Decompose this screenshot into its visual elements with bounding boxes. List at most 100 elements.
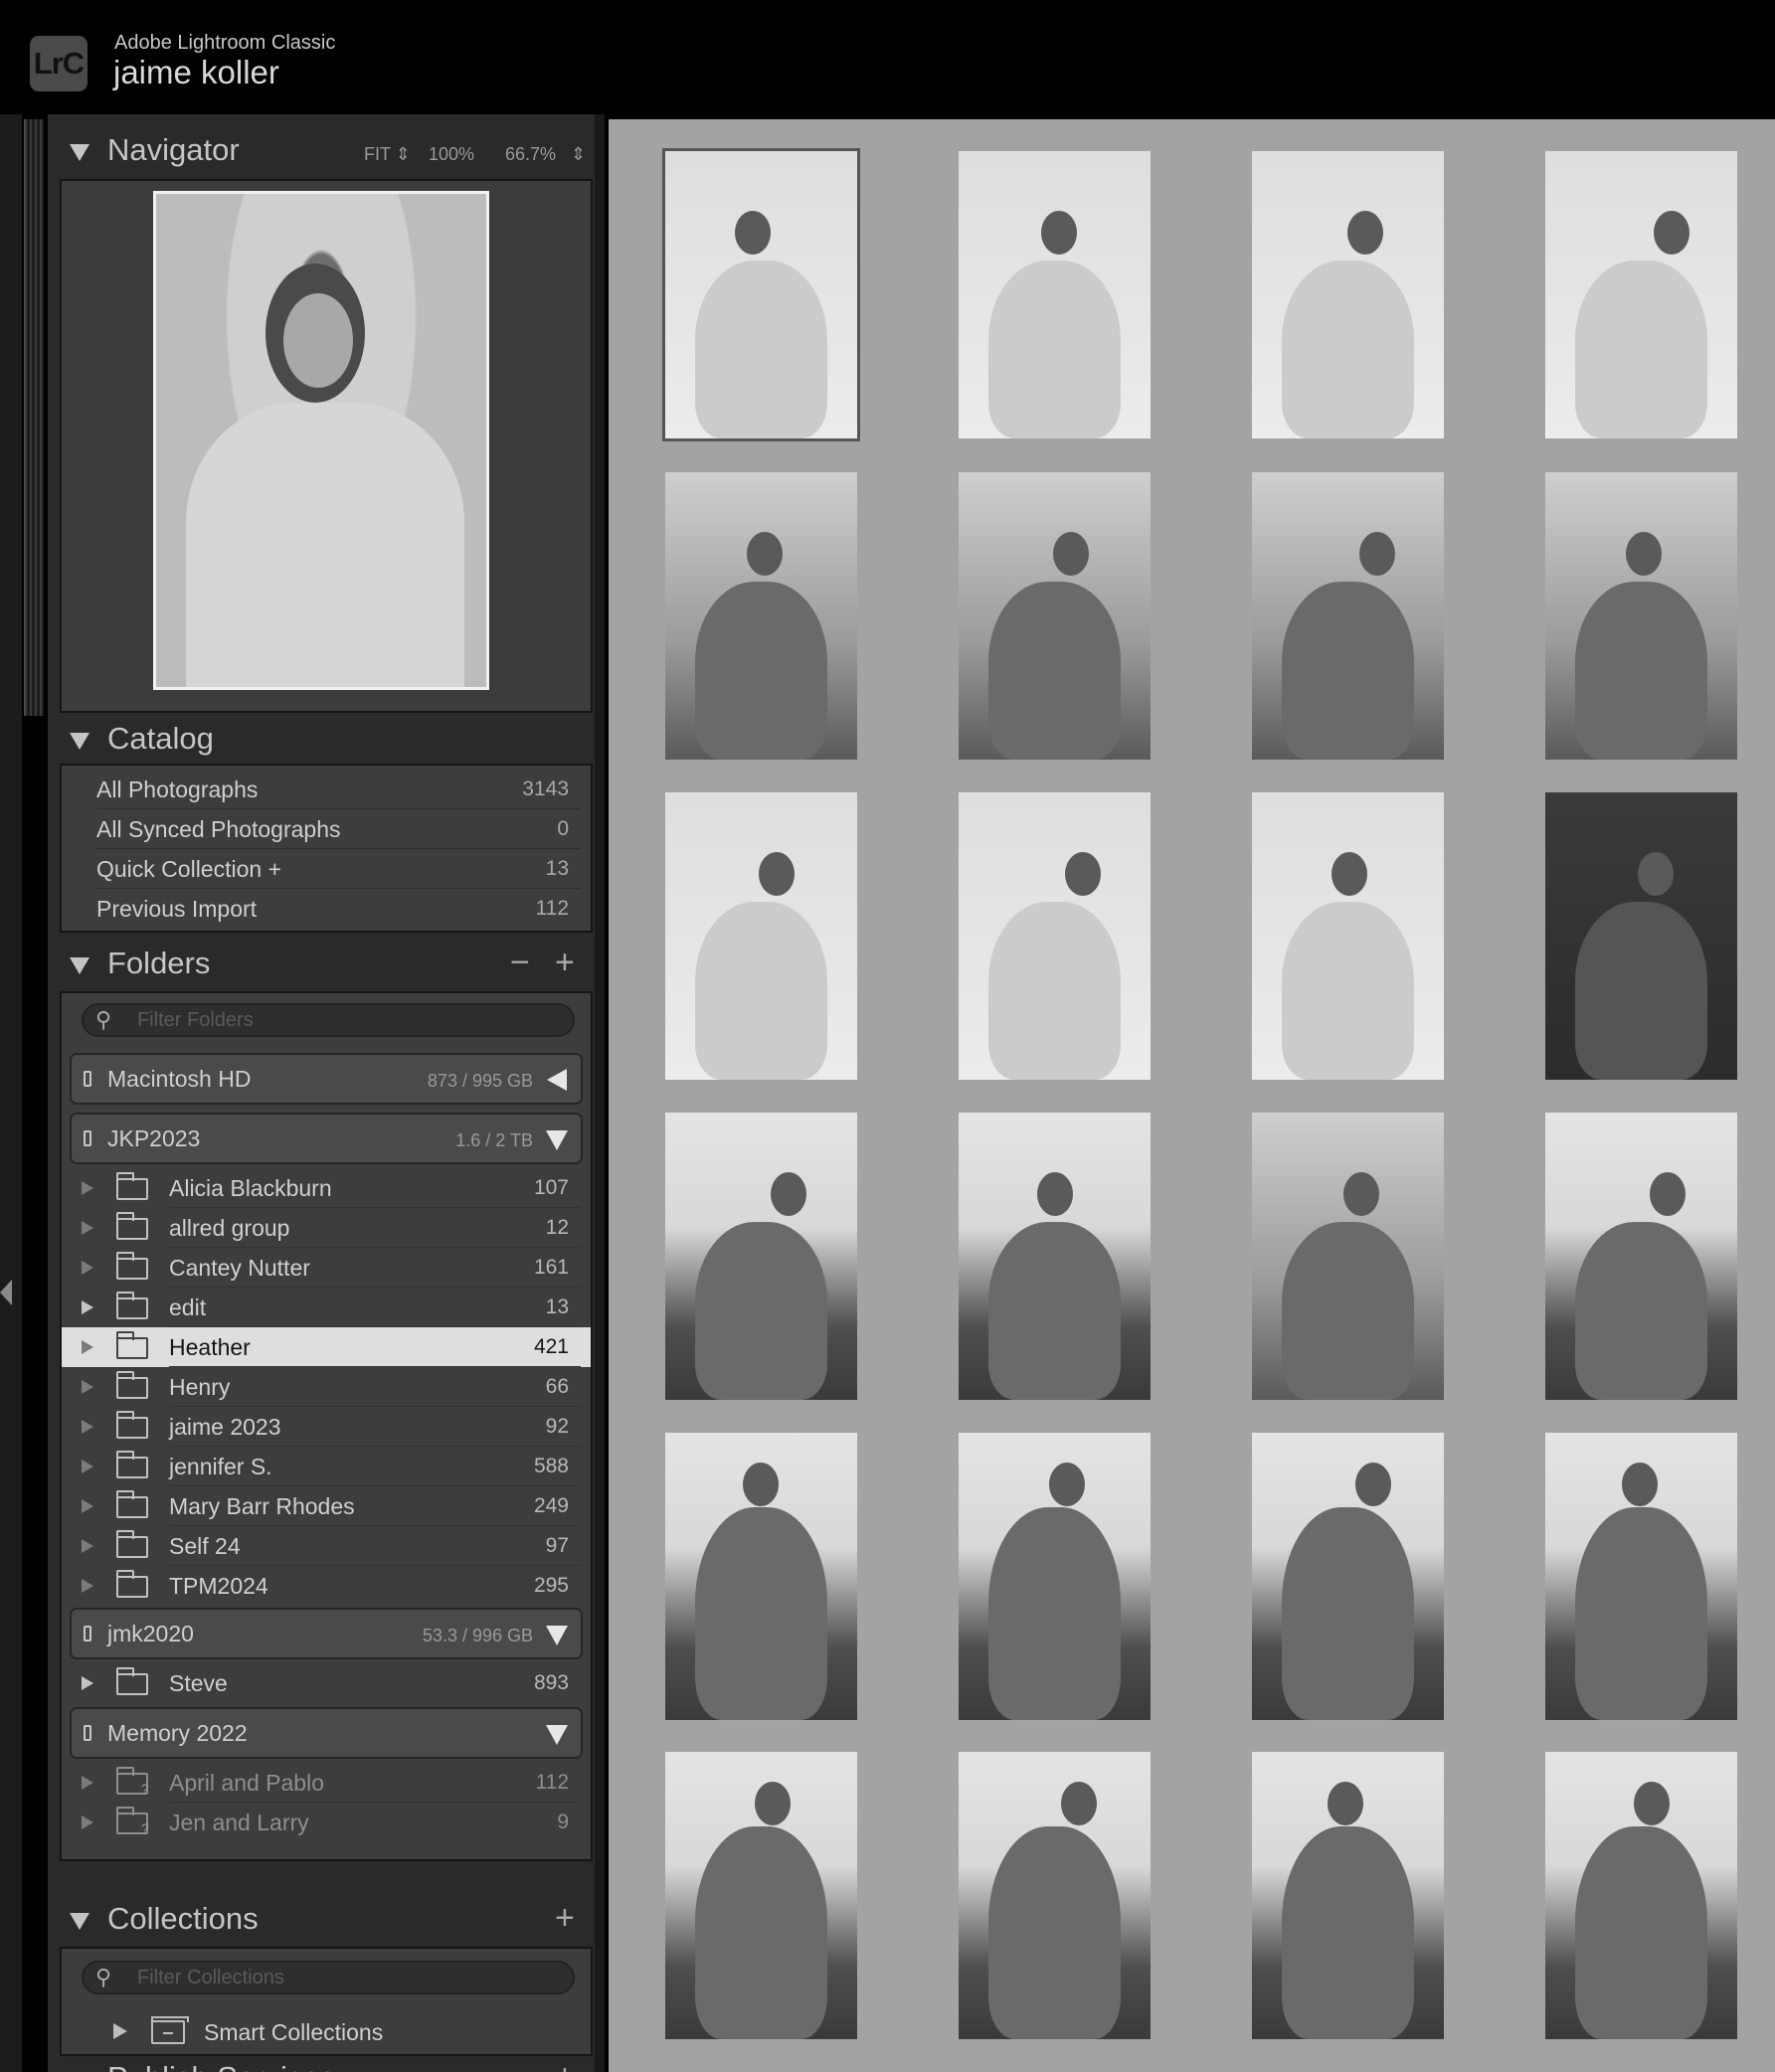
folder-item-heather[interactable]: Heather 421 bbox=[62, 1327, 591, 1367]
subject-body-shape bbox=[988, 1222, 1121, 1400]
photo-thumbnail[interactable] bbox=[1252, 1433, 1444, 1720]
photo-thumbnail[interactable] bbox=[665, 1433, 857, 1720]
photo-thumbnail[interactable] bbox=[1252, 472, 1444, 760]
add-publish-service-button[interactable]: + bbox=[555, 2058, 575, 2072]
disclosure-arrow-icon[interactable] bbox=[113, 2023, 127, 2039]
expanded-arrow-icon[interactable] bbox=[546, 1626, 568, 1645]
disclosure-arrow-icon[interactable] bbox=[82, 1340, 93, 1354]
catalog-item-previous-import[interactable]: Previous Import 112 bbox=[62, 889, 591, 929]
photo-thumbnail[interactable] bbox=[665, 472, 857, 760]
volume-jmk2020[interactable]: jmk2020 53.3 / 996 GB bbox=[70, 1608, 583, 1659]
disclosure-triangle-icon[interactable] bbox=[70, 144, 89, 161]
photo-thumbnail[interactable] bbox=[959, 1113, 1151, 1400]
folder-item-jaime-2023[interactable]: jaime 2023 92 bbox=[62, 1407, 591, 1447]
photo-thumbnail[interactable] bbox=[1545, 151, 1737, 438]
photo-thumbnail[interactable] bbox=[1252, 792, 1444, 1080]
disclosure-arrow-icon[interactable] bbox=[82, 1300, 93, 1314]
photo-thumbnail[interactable] bbox=[665, 1752, 857, 2039]
folder-item-jen-and-larry[interactable]: ? Jen and Larry 9 bbox=[62, 1803, 591, 1842]
disclosure-arrow-icon[interactable] bbox=[82, 1460, 93, 1473]
panel-resize-grip[interactable] bbox=[24, 119, 44, 716]
disclosure-arrow-icon[interactable] bbox=[82, 1221, 93, 1235]
disclosure-triangle-icon[interactable] bbox=[70, 1913, 89, 1930]
photo-thumbnail[interactable] bbox=[959, 1433, 1151, 1720]
navigator-header[interactable]: Navigator FIT ⇕ 100% 66.7% ⇕ bbox=[48, 122, 595, 176]
photo-thumbnail[interactable] bbox=[1545, 1752, 1737, 2039]
folder-icon bbox=[116, 1252, 148, 1280]
add-folder-button[interactable]: + bbox=[555, 944, 575, 982]
collection-item-smart-collections[interactable]: Smart Collections bbox=[62, 2012, 591, 2052]
navigator-preview[interactable] bbox=[60, 179, 593, 713]
folders-list: ⚲ Filter Folders Macintosh HD 873 / 995 … bbox=[60, 991, 593, 1861]
catalog-item-quick-collection[interactable]: Quick Collection + 13 bbox=[62, 849, 591, 889]
disclosure-arrow-icon[interactable] bbox=[82, 1776, 93, 1790]
photo-thumbnail[interactable] bbox=[1545, 472, 1737, 760]
zoom-fit-button[interactable]: FIT ⇕ bbox=[364, 144, 411, 165]
catalog-list: All Photographs 3143 All Synced Photogra… bbox=[60, 764, 593, 933]
disclosure-arrow-icon[interactable] bbox=[82, 1815, 93, 1829]
photo-thumbnail[interactable] bbox=[1252, 1752, 1444, 2039]
remove-folder-button[interactable]: − bbox=[510, 944, 530, 982]
photo-thumbnail[interactable] bbox=[1252, 151, 1444, 438]
filter-collections-input[interactable]: ⚲ Filter Collections bbox=[82, 1961, 575, 1994]
photo-thumbnail[interactable] bbox=[959, 151, 1151, 438]
catalog-header[interactable]: Catalog bbox=[48, 711, 595, 765]
disclosure-arrow-icon[interactable] bbox=[82, 1380, 93, 1394]
folder-item-henry[interactable]: Henry 66 bbox=[62, 1367, 591, 1407]
folder-item-cantey-nutter[interactable]: Cantey Nutter 161 bbox=[62, 1248, 591, 1288]
photo-thumbnail[interactable] bbox=[959, 792, 1151, 1080]
volume-jkp2023[interactable]: JKP2023 1.6 / 2 TB bbox=[70, 1113, 583, 1164]
photo-thumbnail[interactable] bbox=[662, 148, 860, 441]
photo-thumbnail[interactable] bbox=[959, 472, 1151, 760]
photo-thumbnail[interactable] bbox=[665, 792, 857, 1080]
folder-item-self-24[interactable]: Self 24 97 bbox=[62, 1526, 591, 1566]
catalog-item-all-synced[interactable]: All Synced Photographs 0 bbox=[62, 809, 591, 849]
photo-thumbnail[interactable] bbox=[1545, 1433, 1737, 1720]
zoom-menu-icon[interactable]: ⇕ bbox=[571, 144, 586, 165]
disclosure-arrow-icon[interactable] bbox=[82, 1579, 93, 1593]
collapsed-arrow-icon[interactable] bbox=[547, 1069, 567, 1091]
disclosure-arrow-icon[interactable] bbox=[82, 1499, 93, 1513]
volume-macintosh-hd[interactable]: Macintosh HD 873 / 995 GB bbox=[70, 1053, 583, 1105]
disclosure-triangle-icon[interactable] bbox=[70, 733, 89, 750]
folders-header[interactable]: Folders − + bbox=[48, 936, 595, 989]
disclosure-arrow-icon[interactable] bbox=[82, 1676, 93, 1690]
disclosure-arrow-icon[interactable] bbox=[82, 1261, 93, 1275]
photo-thumbnail[interactable] bbox=[665, 1113, 857, 1400]
subject-head-shape bbox=[1638, 852, 1674, 896]
collections-header[interactable]: Collections + bbox=[48, 1891, 595, 1945]
publish-services-header[interactable]: Publish Services + bbox=[48, 2050, 595, 2072]
volume-size: 873 / 995 GB bbox=[427, 1071, 533, 1091]
photo-thumbnail[interactable] bbox=[1545, 1113, 1737, 1400]
collapse-left-panel-icon[interactable] bbox=[0, 1280, 12, 1305]
disclosure-triangle-icon[interactable] bbox=[70, 957, 89, 974]
zoom-100-button[interactable]: 100% bbox=[429, 144, 474, 165]
folder-item-allred-group[interactable]: allred group 12 bbox=[62, 1208, 591, 1248]
photo-thumbnail[interactable] bbox=[1252, 1113, 1444, 1400]
volume-name: jmk2020 bbox=[107, 1621, 194, 1646]
disclosure-arrow-icon[interactable] bbox=[82, 1420, 93, 1434]
photo-thumbnail[interactable] bbox=[1545, 792, 1737, 1080]
disclosure-arrow-icon[interactable] bbox=[82, 1539, 93, 1553]
expanded-arrow-icon[interactable] bbox=[546, 1725, 568, 1745]
subject-body-shape bbox=[988, 1507, 1121, 1720]
photo-thumbnail[interactable] bbox=[959, 1752, 1151, 2039]
folder-item-steve[interactable]: Steve 893 bbox=[62, 1663, 591, 1703]
folder-name: Jen and Larry bbox=[169, 1810, 309, 1835]
expanded-arrow-icon[interactable] bbox=[546, 1130, 568, 1150]
catalog-item-all-photographs[interactable]: All Photographs 3143 bbox=[62, 770, 591, 809]
folders-title: Folders bbox=[107, 946, 211, 980]
volume-memory-2022[interactable]: Memory 2022 bbox=[70, 1707, 583, 1759]
folder-name: April and Pablo bbox=[169, 1770, 324, 1796]
folder-item-jennifer-s-[interactable]: jennifer S. 588 bbox=[62, 1447, 591, 1486]
disclosure-arrow-icon[interactable] bbox=[82, 1181, 93, 1195]
folder-item-mary-barr-rhodes[interactable]: Mary Barr Rhodes 249 bbox=[62, 1486, 591, 1526]
folder-item-april-and-pablo[interactable]: ? April and Pablo 112 bbox=[62, 1763, 591, 1803]
volume-size: 1.6 / 2 TB bbox=[455, 1130, 533, 1150]
folder-item-edit[interactable]: edit 13 bbox=[62, 1288, 591, 1327]
folder-item-alicia-blackburn[interactable]: Alicia Blackburn 107 bbox=[62, 1168, 591, 1208]
add-collection-button[interactable]: + bbox=[555, 1899, 575, 1938]
folder-item-tpm2024[interactable]: TPM2024 295 bbox=[62, 1566, 591, 1606]
zoom-custom-button[interactable]: 66.7% bbox=[505, 144, 556, 165]
filter-folders-input[interactable]: ⚲ Filter Folders bbox=[82, 1003, 575, 1037]
